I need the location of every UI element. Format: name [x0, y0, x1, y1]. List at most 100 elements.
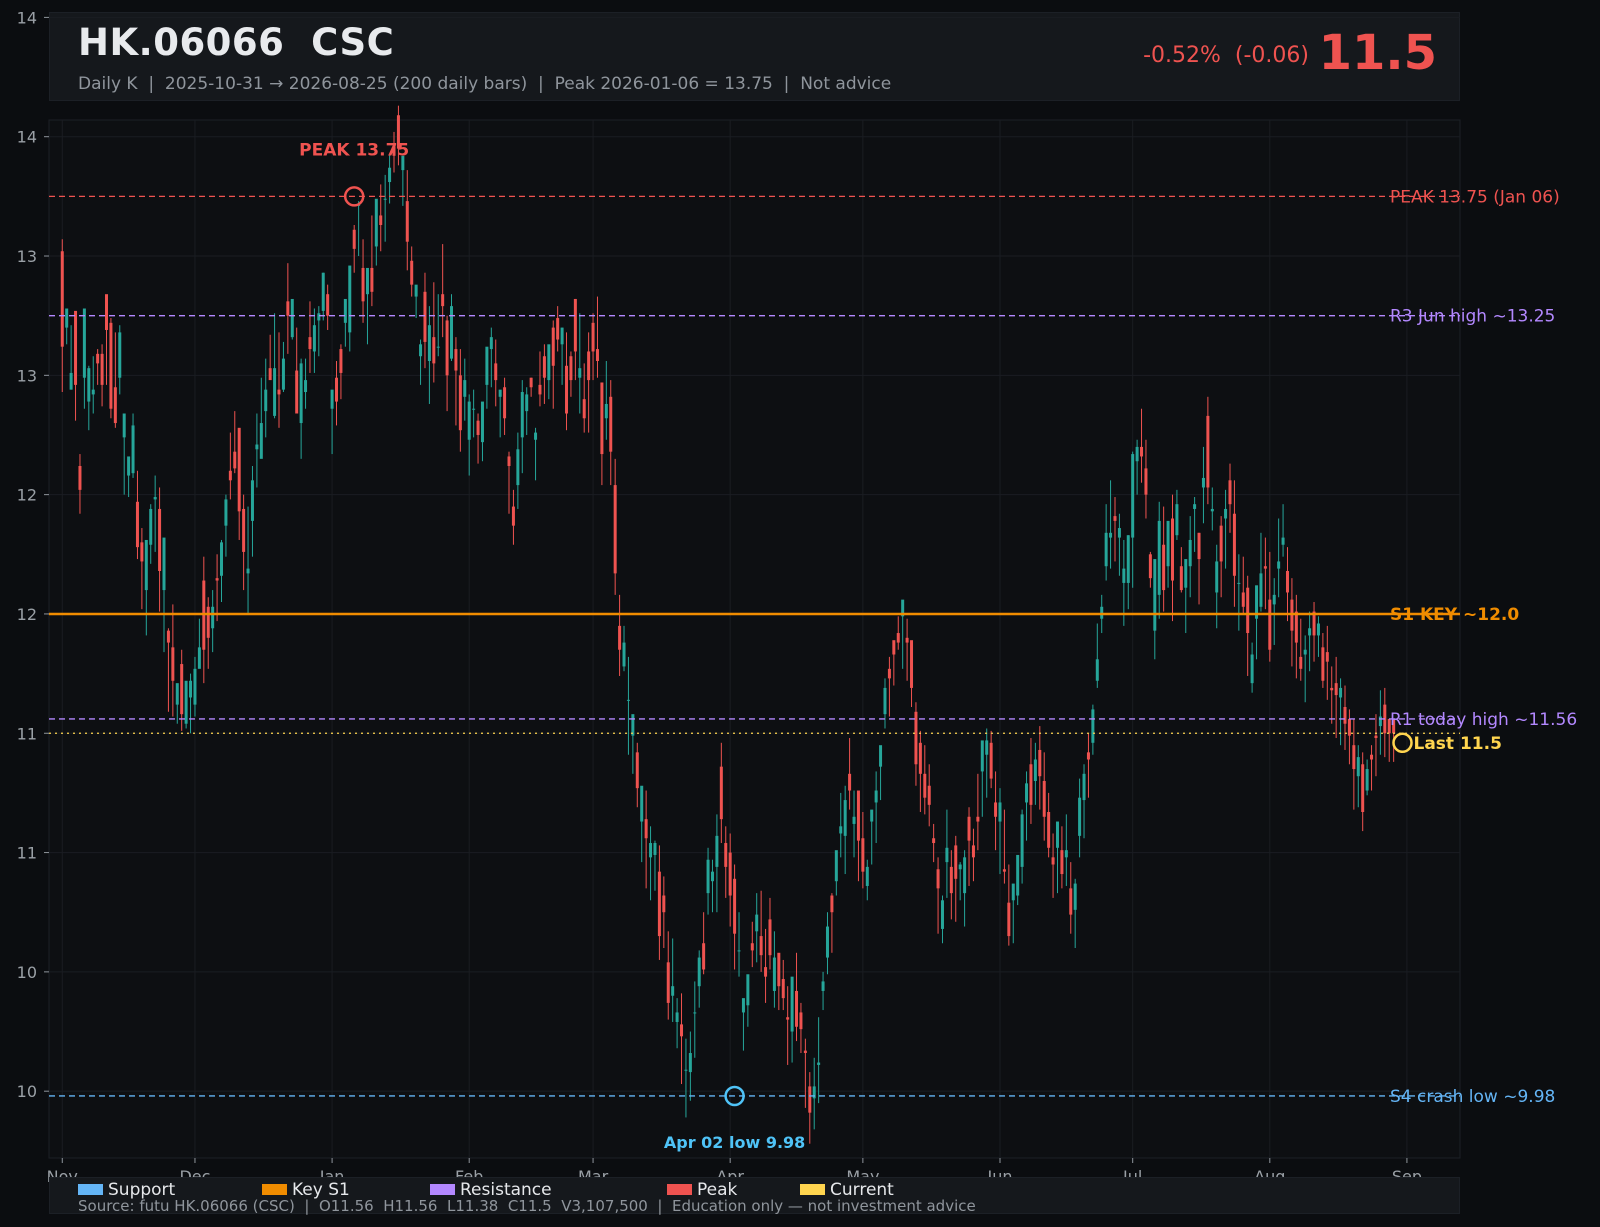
- candle-body: [312, 325, 316, 352]
- candle-body: [1016, 854, 1020, 896]
- candle-body: [255, 444, 259, 450]
- candle-body: [193, 668, 197, 705]
- candle-body: [1064, 850, 1068, 858]
- crash-low-marker-label: Apr 02 low 9.98: [664, 1133, 805, 1152]
- candle-body: [100, 353, 104, 385]
- candle-body: [874, 790, 878, 803]
- candle-body: [910, 640, 914, 688]
- candle-body: [1308, 628, 1312, 636]
- candle-body: [445, 320, 449, 376]
- candle-body: [963, 857, 967, 894]
- candle-body: [529, 377, 533, 388]
- candle-body: [671, 986, 675, 996]
- candle-body: [1232, 513, 1236, 576]
- candle-body: [1206, 415, 1210, 488]
- candle-body: [1224, 508, 1228, 519]
- candle-body: [817, 1062, 821, 1065]
- candle-body: [830, 895, 834, 913]
- candle-body: [949, 866, 953, 894]
- candle-body: [848, 773, 852, 791]
- candle-body: [96, 353, 100, 364]
- candle-body: [1246, 587, 1250, 634]
- candle-body: [211, 606, 215, 629]
- candle-body: [1025, 783, 1029, 803]
- legend-swatch-current: [800, 1184, 825, 1195]
- candle-body: [1219, 525, 1223, 562]
- candle-body: [547, 344, 551, 381]
- candle-body: [122, 413, 126, 438]
- candle-body: [896, 633, 900, 643]
- candle-body: [485, 346, 489, 385]
- candle-body: [790, 976, 794, 1032]
- level-label-resistance-r1: R1 today high ~11.56: [1390, 710, 1577, 730]
- candle-body: [808, 1086, 812, 1113]
- legend-swatch-resistance: [430, 1184, 455, 1195]
- candle-body: [250, 480, 254, 521]
- candle-body: [914, 711, 918, 765]
- candle-body: [954, 845, 958, 879]
- candle-body: [498, 389, 502, 397]
- candle-body: [609, 396, 613, 452]
- candle-body: [702, 943, 706, 970]
- y-tick-label: 10: [17, 963, 37, 982]
- candle-body: [618, 625, 622, 650]
- candle-body: [1104, 532, 1108, 567]
- candle-body: [560, 327, 564, 345]
- candle-body: [74, 310, 78, 385]
- candle-body: [480, 401, 484, 443]
- candle-body: [69, 372, 73, 390]
- candle-body: [786, 1017, 790, 1020]
- y-tick-label: 13: [17, 366, 37, 385]
- candle-body: [1361, 764, 1365, 812]
- candle-body: [383, 198, 387, 200]
- candle-body: [405, 201, 409, 242]
- candle-body: [113, 387, 117, 424]
- candle-body: [1086, 752, 1090, 760]
- candle-body: [737, 950, 741, 952]
- candle-body: [149, 508, 153, 545]
- candle-body: [1325, 652, 1329, 662]
- candle-body: [600, 382, 604, 455]
- candle-body: [1082, 773, 1086, 801]
- candle-body: [644, 819, 648, 839]
- candle-body: [821, 981, 825, 991]
- candle-body: [1095, 659, 1099, 681]
- candle-body: [91, 389, 95, 395]
- candle-body: [127, 456, 131, 476]
- candle-body: [503, 387, 507, 419]
- candle-body: [65, 308, 69, 328]
- candle-body: [1131, 454, 1135, 538]
- candle-body: [1259, 573, 1263, 607]
- candle-body: [361, 267, 365, 302]
- candle-body: [1250, 654, 1254, 684]
- candle-body: [197, 647, 201, 669]
- candle-body: [339, 349, 343, 373]
- candle-body: [1378, 716, 1382, 727]
- candle-body: [317, 313, 321, 321]
- y-tick-label: 12: [17, 486, 37, 505]
- candle-body: [905, 637, 909, 643]
- candle-body: [171, 647, 175, 681]
- candle-body: [1011, 883, 1015, 901]
- candle-body: [856, 790, 860, 841]
- candle-body: [626, 699, 630, 701]
- candle-body: [109, 322, 113, 409]
- candle-body: [945, 847, 949, 863]
- candle-body: [569, 356, 573, 381]
- candle-body: [304, 380, 308, 393]
- candle-body: [724, 843, 728, 867]
- candle-body: [799, 1012, 803, 1030]
- candle-body: [1157, 520, 1161, 595]
- candle-body: [343, 298, 347, 323]
- candle-body: [1109, 532, 1113, 538]
- candle-body: [410, 260, 414, 285]
- candle-body: [131, 425, 135, 474]
- y-axis: 10 10 11 11 12 12 13 13 14 14: [17, 8, 49, 1101]
- candle-body: [1078, 797, 1082, 836]
- candle-body: [423, 291, 427, 342]
- candle-body: [1339, 687, 1343, 698]
- candle-body: [883, 687, 887, 715]
- candle-body: [1020, 814, 1024, 867]
- candle-body: [706, 859, 710, 894]
- candle-body: [1175, 504, 1179, 536]
